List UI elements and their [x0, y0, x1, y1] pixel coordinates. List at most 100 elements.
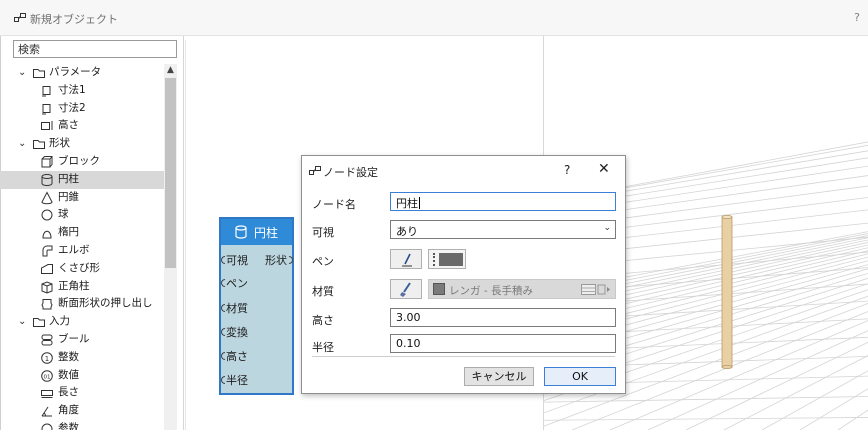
tree-item[interactable]: 楕円 — [0, 224, 164, 242]
node-input-port[interactable]: 可視 — [221, 252, 248, 268]
node-tree: ⌄ パラメータ 寸法1 寸法2 高さ ⌄ 形状 ブロック 円柱 円錐球楕円 エルボ くさび形 正角柱 断面… — [0, 64, 164, 430]
tree-item[interactable]: 高さ — [0, 117, 164, 135]
tree-item-label: 円柱 — [58, 172, 79, 185]
tree-item[interactable]: 参数 — [0, 420, 164, 430]
tree-item-label: 楕円 — [58, 226, 79, 239]
folder-icon — [33, 318, 45, 328]
tree-item[interactable]: ⌄ 形状 — [0, 135, 164, 153]
node-output-port[interactable]: 形状 — [265, 252, 293, 268]
number-icon: 01 — [41, 369, 53, 382]
tree-item[interactable]: 角度 — [0, 402, 164, 420]
object-icon — [14, 13, 26, 22]
tree-item[interactable]: 円錐 — [0, 189, 164, 207]
radius-label: 半径 — [312, 341, 334, 354]
ellipsoid-icon — [42, 230, 52, 239]
angle-icon — [41, 406, 52, 417]
cylinder-node[interactable]: 円柱 可視ペン材質変換高さ半径 形状 — [219, 217, 294, 395]
height-field[interactable]: 3.00 — [390, 308, 616, 327]
dimension-icon — [42, 85, 51, 97]
pen-dots — [433, 253, 435, 266]
scroll-up-arrow-icon[interactable]: ▲ — [164, 64, 177, 76]
tree-item[interactable]: くさび形 — [0, 260, 164, 278]
port-connector[interactable] — [221, 352, 225, 360]
cylinder-icon — [235, 225, 247, 239]
help-button[interactable]: ? — [854, 11, 860, 24]
port-label: 半径 — [226, 374, 248, 387]
tree-item[interactable]: 球 — [0, 206, 164, 224]
tree-item[interactable]: 断面形状の押し出し — [0, 295, 164, 313]
node-input-port[interactable]: ペン — [221, 275, 248, 291]
pen-picker-button[interactable] — [390, 249, 422, 269]
port-label: 形状 — [265, 254, 287, 267]
chevron-down-icon[interactable]: ⌄ — [18, 135, 26, 153]
tree-item[interactable]: 寸法2 — [0, 100, 164, 118]
ok-button[interactable]: OK — [544, 367, 616, 386]
port-connector[interactable] — [221, 304, 225, 312]
tree-item[interactable]: 01 数値 — [0, 367, 164, 385]
port-label: ペン — [226, 277, 248, 290]
material-picker-icon[interactable] — [581, 284, 611, 295]
material-field[interactable]: レンガ - 長手積み — [428, 279, 616, 299]
tree-item[interactable]: 正角柱 — [0, 278, 164, 296]
dialog-help-button[interactable]: ? — [564, 163, 570, 177]
port-label: 高さ — [226, 350, 248, 363]
pen-label: ペン — [312, 255, 334, 268]
node-name-value: 円柱 — [396, 197, 418, 210]
port-connector[interactable] — [221, 256, 225, 264]
visible-label: 可視 — [312, 226, 334, 239]
tree-item-label: 形状 — [49, 137, 70, 150]
tree-item-label: 参数 — [58, 421, 79, 430]
tree-item[interactable]: 円柱 — [0, 170, 164, 189]
brush-icon — [400, 282, 411, 297]
height-icon — [41, 121, 53, 131]
tree-item-label: 長さ — [58, 386, 79, 399]
cancel-button[interactable]: キャンセル — [464, 367, 534, 386]
port-connector[interactable] — [221, 328, 225, 336]
port-label: 材質 — [226, 302, 248, 315]
tree-scrollbar[interactable]: ▲ — [164, 64, 177, 430]
canvas-divider — [185, 40, 186, 430]
radius-field[interactable]: 0.10 — [390, 334, 616, 353]
folder-icon — [33, 69, 45, 78]
tree-item[interactable]: 長さ — [0, 384, 164, 402]
tree-item-label: 角度 — [58, 404, 79, 417]
tree-item[interactable]: 1 整数 — [0, 349, 164, 367]
tree-item-label: 球 — [58, 208, 69, 221]
tree-item-label: 断面形状の押し出し — [58, 297, 153, 310]
material-value: レンガ - 長手積み — [449, 285, 533, 297]
port-connector[interactable] — [221, 376, 225, 384]
chevron-down-icon[interactable]: ⌄ — [18, 64, 26, 82]
node-name-field[interactable]: 円柱 — [390, 192, 616, 211]
node-header[interactable]: 円柱 — [221, 219, 292, 245]
tree-item[interactable]: 寸法1 — [0, 82, 164, 100]
dialog-close-button[interactable]: ✕ — [598, 161, 610, 177]
search-input[interactable] — [13, 40, 177, 58]
text-caret — [419, 197, 420, 209]
tree-item[interactable]: ブール — [0, 331, 164, 349]
length-icon — [41, 390, 53, 399]
node-input-port[interactable]: 変換 — [221, 324, 248, 340]
port-connector[interactable] — [289, 256, 293, 264]
scroll-thumb[interactable] — [165, 78, 176, 268]
pen-swatch[interactable] — [428, 249, 466, 269]
tree-item-label: 寸法1 — [58, 83, 86, 96]
tree-item-label: くさび形 — [58, 261, 100, 274]
node-input-port[interactable]: 高さ — [221, 348, 248, 364]
chevron-down-icon[interactable]: ⌄ — [18, 313, 26, 331]
tree-item[interactable]: ⌄ パラメータ — [0, 64, 164, 82]
visible-select[interactable]: あり ⌄ — [390, 220, 616, 239]
cylinder-icon — [41, 173, 53, 186]
material-brush-button[interactable] — [390, 279, 422, 299]
material-swatch — [433, 283, 445, 295]
tree-item-label: ブール — [58, 332, 90, 345]
tree-item[interactable]: エルボ — [0, 242, 164, 260]
wedge-icon — [41, 263, 53, 274]
node-input-port[interactable]: 材質 — [221, 300, 248, 316]
tree-item-label: 円錐 — [58, 190, 79, 203]
tree-item-label: 正角柱 — [58, 279, 90, 292]
port-connector[interactable] — [221, 279, 225, 287]
tree-item[interactable]: ブロック — [0, 153, 164, 171]
dialog-title: ノード設定 — [323, 166, 378, 179]
tree-item[interactable]: ⌄ 入力 — [0, 313, 164, 331]
node-input-port[interactable]: 半径 — [221, 372, 248, 388]
